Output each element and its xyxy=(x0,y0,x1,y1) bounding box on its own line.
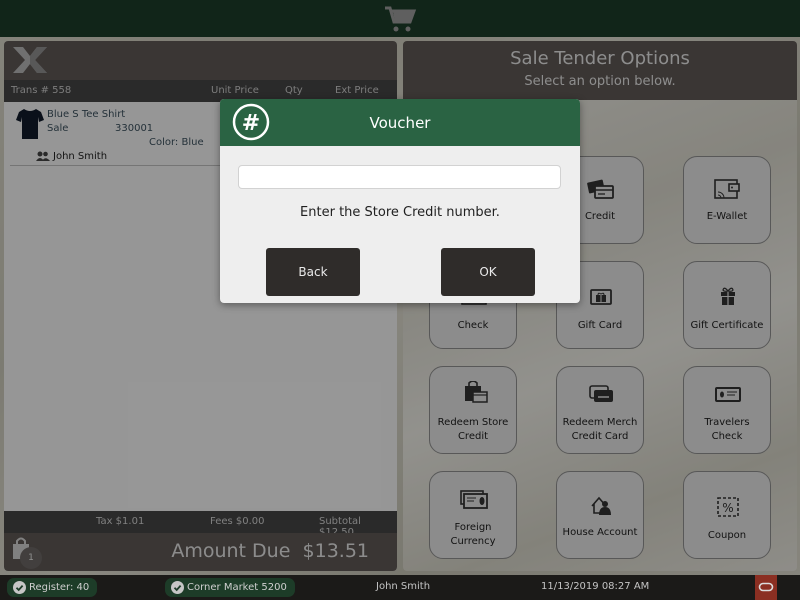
date-time: 11/13/2019 08:27 AM xyxy=(541,581,650,592)
oracle-logo-icon xyxy=(758,582,774,592)
voucher-dialog: # Voucher Enter the Store Credit number.… xyxy=(220,99,580,303)
oracle-menu-button[interactable] xyxy=(755,575,777,600)
store-label: Corner Market 5200 xyxy=(187,582,287,593)
dialog-prompt: Enter the Store Credit number. xyxy=(300,205,500,220)
user-name: John Smith xyxy=(376,581,431,592)
dialog-header: # Voucher xyxy=(220,99,580,146)
register-label: Register: 40 xyxy=(29,582,90,593)
check-circle-icon xyxy=(13,581,26,594)
voucher-number-input[interactable] xyxy=(238,165,561,189)
store-status[interactable]: Corner Market 5200 xyxy=(165,578,295,597)
ok-button[interactable]: OK xyxy=(441,248,535,296)
check-circle-icon xyxy=(171,581,184,594)
register-status[interactable]: Register: 40 xyxy=(7,578,98,597)
back-button[interactable]: Back xyxy=(266,248,360,296)
dialog-title: Voucher xyxy=(369,114,431,132)
status-bar: Register: 40 Corner Market 5200 John Smi… xyxy=(0,575,800,600)
